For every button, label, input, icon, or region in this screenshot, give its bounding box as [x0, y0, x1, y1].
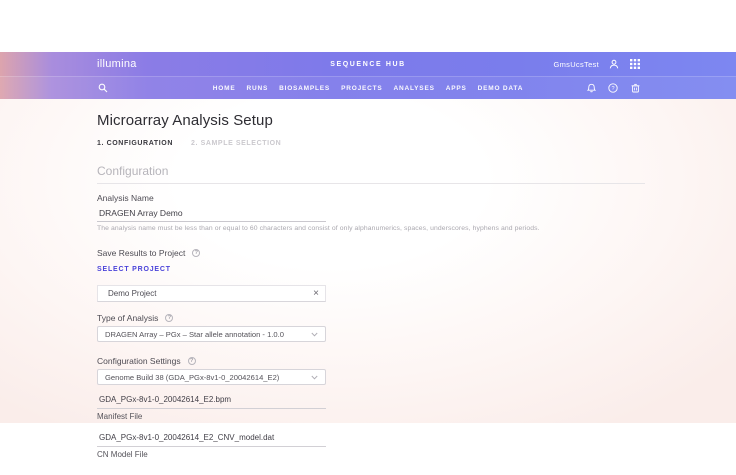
chevron-down-icon [311, 332, 318, 337]
apps-grid-icon[interactable] [629, 58, 641, 70]
save-results-help-icon[interactable]: ? [192, 249, 200, 257]
section-title: Configuration [97, 164, 645, 178]
analysis-name-input[interactable] [97, 206, 326, 222]
trash-icon[interactable] [629, 82, 641, 94]
header-account-area: GmsUcsTest [553, 58, 641, 70]
user-name[interactable]: GmsUcsTest [553, 60, 599, 69]
manifest-file-row: GDA_PGx-8v1-0_20042614_E2.bpm Manifest F… [97, 393, 645, 421]
configuration-settings-label: Configuration Settings ? [97, 356, 645, 366]
type-of-analysis-value: DRAGEN Array – PGx – Star allele annotat… [105, 330, 311, 339]
project-field-value: Demo Project [108, 289, 313, 298]
header-utility-icons: ? [585, 82, 641, 94]
manifest-file-value: GDA_PGx-8v1-0_20042614_E2.bpm [97, 393, 326, 409]
app-header: illumina SEQUENCE HUB GmsUcsTest [0, 52, 736, 99]
type-of-analysis-label: Type of Analysis ? [97, 313, 645, 323]
configuration-settings-label-text: Configuration Settings [97, 356, 181, 366]
nav-item-runs[interactable]: RUNS [246, 85, 268, 92]
nav-item-biosamples[interactable]: BIOSAMPLES [279, 85, 330, 92]
step-configuration[interactable]: 1. CONFIGURATION [97, 140, 173, 147]
nav-item-home[interactable]: HOME [213, 85, 236, 92]
configuration-panel: Configuration Analysis Name The analysis… [97, 164, 645, 459]
manifest-file-label: Manifest File [97, 412, 645, 421]
configuration-settings-value: Genome Build 38 (GDA_PGx-8v1-0_20042614_… [105, 373, 311, 382]
notifications-bell-icon[interactable] [585, 82, 597, 94]
clear-project-icon[interactable]: × [313, 289, 319, 299]
chevron-down-icon [311, 375, 318, 380]
nav-item-analyses[interactable]: ANALYSES [394, 85, 435, 92]
save-results-label: Save Results to Project ? [97, 248, 645, 258]
type-of-analysis-select[interactable]: DRAGEN Array – PGx – Star allele annotat… [97, 326, 326, 342]
analysis-name-helper: The analysis name must be less than or e… [97, 225, 645, 232]
svg-text:?: ? [611, 86, 614, 92]
type-of-analysis-label-text: Type of Analysis [97, 313, 158, 323]
configuration-settings-help-icon[interactable]: ? [188, 357, 196, 365]
header-top-row: illumina SEQUENCE HUB GmsUcsTest [0, 52, 736, 76]
cn-model-file-value: GDA_PGx-8v1-0_20042614_E2_CNV_model.dat [97, 431, 326, 447]
step-sample-selection[interactable]: 2. SAMPLE SELECTION [191, 140, 281, 147]
type-of-analysis-help-icon[interactable]: ? [165, 314, 173, 322]
configuration-settings-select[interactable]: Genome Build 38 (GDA_PGx-8v1-0_20042614_… [97, 369, 326, 385]
nav-item-demo-data[interactable]: DEMO DATA [478, 85, 524, 92]
cn-model-file-label: CN Model File [97, 450, 645, 459]
cn-model-file-row: GDA_PGx-8v1-0_20042614_E2_CNV_model.dat … [97, 431, 645, 459]
save-results-label-text: Save Results to Project [97, 248, 185, 258]
wizard-steps: 1. CONFIGURATION 2. SAMPLE SELECTION [97, 140, 645, 147]
user-icon[interactable] [608, 58, 620, 70]
analysis-name-label: Analysis Name [97, 193, 645, 203]
header-nav-row: HOME RUNS BIOSAMPLES PROJECTS ANALYSES A… [0, 76, 736, 99]
project-field[interactable]: Demo Project × [97, 285, 326, 302]
screenshot-canvas: illumina SEQUENCE HUB GmsUcsTest [0, 0, 736, 475]
nav-item-apps[interactable]: APPS [446, 85, 467, 92]
help-icon[interactable]: ? [607, 82, 619, 94]
page-title: Microarray Analysis Setup [97, 112, 645, 129]
section-divider [97, 183, 645, 184]
page-body: Microarray Analysis Setup 1. CONFIGURATI… [0, 99, 736, 423]
select-project-link[interactable]: SELECT PROJECT [97, 266, 171, 273]
nav-item-projects[interactable]: PROJECTS [341, 85, 382, 92]
